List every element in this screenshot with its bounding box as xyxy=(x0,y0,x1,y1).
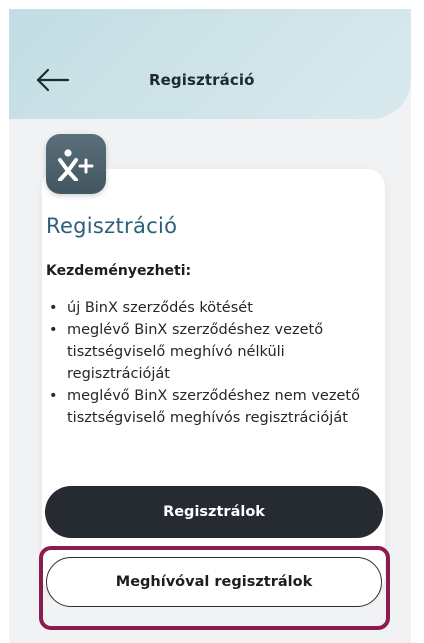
list-item: • új BinX szerződés kötését xyxy=(49,300,253,316)
list-item-text: meglévő BinX szerződéshez vezető tisztsé… xyxy=(67,322,324,382)
header-title: Regisztráció xyxy=(149,71,255,89)
header-bar: Regisztráció xyxy=(9,9,411,119)
register-button[interactable]: Regisztrálok xyxy=(45,486,383,538)
initiator-label: Kezdeményezheti: xyxy=(46,263,192,279)
register-with-invite-button[interactable]: Meghívóval regisztrálok xyxy=(46,557,382,607)
list-item: • meglévő BinX szerződéshez vezető tiszts… xyxy=(49,322,324,382)
arrow-left-icon xyxy=(36,68,70,92)
list-item-text: meglévő BinX szerződéshez nem vezető tis… xyxy=(67,388,360,426)
card-title: Regisztráció xyxy=(46,214,178,238)
initiator-list: • új BinX szerződés kötését • meglévő BinX… xyxy=(46,297,366,429)
list-item-text: új BinX szerződés kötését xyxy=(67,300,253,316)
list-item: • meglévő BinX szerződéshez nem vezető ti… xyxy=(49,388,360,426)
back-button[interactable] xyxy=(35,65,71,95)
registration-app-icon xyxy=(46,134,106,194)
person-plus-icon xyxy=(58,149,94,181)
app-screen: Regisztráció Regisztráció Kezdeményezhet… xyxy=(9,9,411,643)
